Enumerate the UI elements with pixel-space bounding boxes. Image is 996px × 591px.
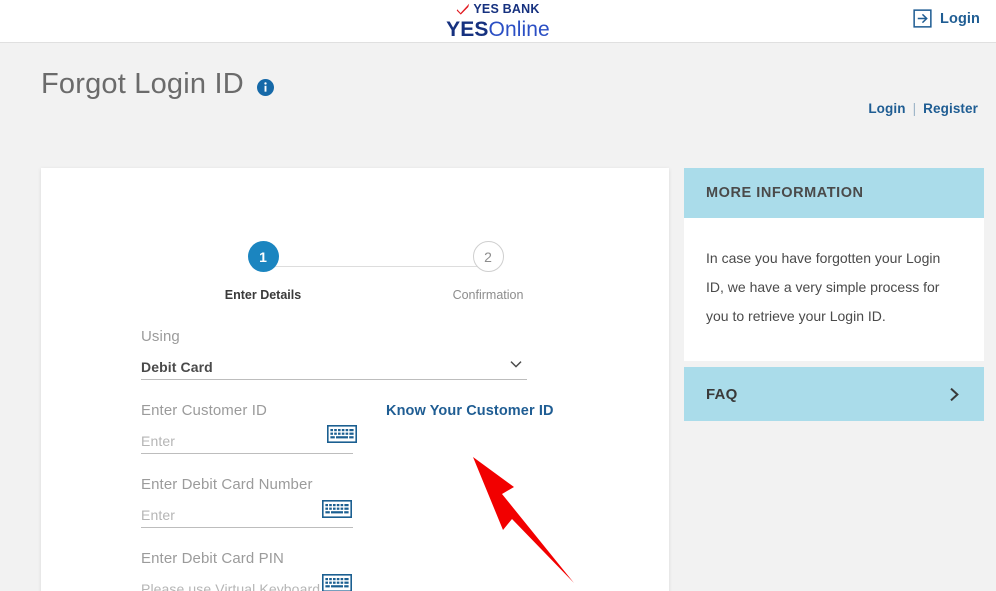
top-links: Login | Register <box>868 101 978 116</box>
top-links-separator: | <box>912 101 917 116</box>
field-debit-card-pin: Enter Debit Card PIN <box>141 550 621 591</box>
logo-yes-word: YES <box>446 18 489 41</box>
sidebar-header-title: MORE INFORMATION <box>706 185 864 201</box>
using-selected-value: Debit Card <box>141 358 213 375</box>
header-login-label: Login <box>940 10 980 27</box>
using-select[interactable]: Debit Card <box>141 354 527 380</box>
debit-card-pin-label: Enter Debit Card PIN <box>141 550 284 567</box>
logo-online-word: Online <box>488 18 550 41</box>
step-2-label: Confirmation <box>452 288 524 302</box>
yes-bank-logo[interactable]: YES BANK YESOnline <box>446 1 550 41</box>
chevron-right-icon <box>950 387 959 401</box>
header-login-button[interactable]: Login <box>913 9 980 28</box>
sidebar-body: In case you have forgotten your Login ID… <box>684 218 984 361</box>
step-1-circle: 1 <box>247 241 279 272</box>
know-your-customer-id-link[interactable]: Know Your Customer ID <box>386 403 554 419</box>
page-title-row: Forgot Login ID <box>41 68 274 101</box>
sidebar-header: MORE INFORMATION <box>684 168 984 218</box>
debit-card-number-input-wrap <box>141 500 353 528</box>
stepper-step-confirmation: 2 Confirmation <box>428 241 548 302</box>
chevron-down-icon <box>510 361 522 368</box>
field-customer-id: Enter Customer ID Enter Know Your Custom… <box>141 402 621 454</box>
customer-id-input[interactable] <box>141 432 353 449</box>
sidebar-body-text: In case you have forgotten your Login ID… <box>706 250 941 324</box>
debit-card-number-label: Enter Debit Card Number <box>141 476 313 493</box>
stepper-step-enter-details[interactable]: 1 Enter Details <box>203 241 323 302</box>
page-title: Forgot Login ID <box>41 68 244 100</box>
check-icon <box>456 3 470 15</box>
info-icon[interactable] <box>256 78 274 96</box>
debit-card-pin-input-wrap <box>141 574 353 591</box>
top-link-login[interactable]: Login <box>868 101 905 116</box>
more-information-sidebar: MORE INFORMATION In case you have forgot… <box>684 168 984 421</box>
logo-yes-online-text: YESOnline <box>446 19 550 41</box>
site-header: YES BANK YESOnline Login <box>0 0 996 43</box>
virtual-keyboard-icon[interactable] <box>322 574 352 591</box>
forgot-login-id-form: Using Debit Card Enter Customer ID Enter… <box>141 328 621 591</box>
page-body: Forgot Login ID Login | Register 1 Enter D… <box>0 43 996 591</box>
sidebar-faq-label: FAQ <box>706 385 738 403</box>
logo-top-row: YES BANK <box>446 1 550 17</box>
login-icon <box>913 9 932 28</box>
progress-stepper: 1 Enter Details 2 Confirmation <box>204 241 544 311</box>
sidebar-faq-row[interactable]: FAQ <box>684 367 984 421</box>
top-link-register[interactable]: Register <box>923 101 978 116</box>
virtual-keyboard-icon[interactable] <box>322 500 352 518</box>
field-using: Using Debit Card <box>141 328 621 380</box>
field-debit-card-number: Enter Debit Card Number <box>141 476 621 528</box>
virtual-keyboard-icon[interactable] <box>327 425 357 443</box>
step-2-circle: 2 <box>472 241 504 272</box>
customer-id-input-wrap <box>141 425 357 454</box>
logo-yes-bank-text: YES BANK <box>473 1 540 16</box>
using-label: Using <box>141 328 180 345</box>
step-1-label: Enter Details <box>224 288 302 302</box>
forgot-login-id-card: 1 Enter Details 2 Confirmation Using Deb… <box>41 168 669 591</box>
